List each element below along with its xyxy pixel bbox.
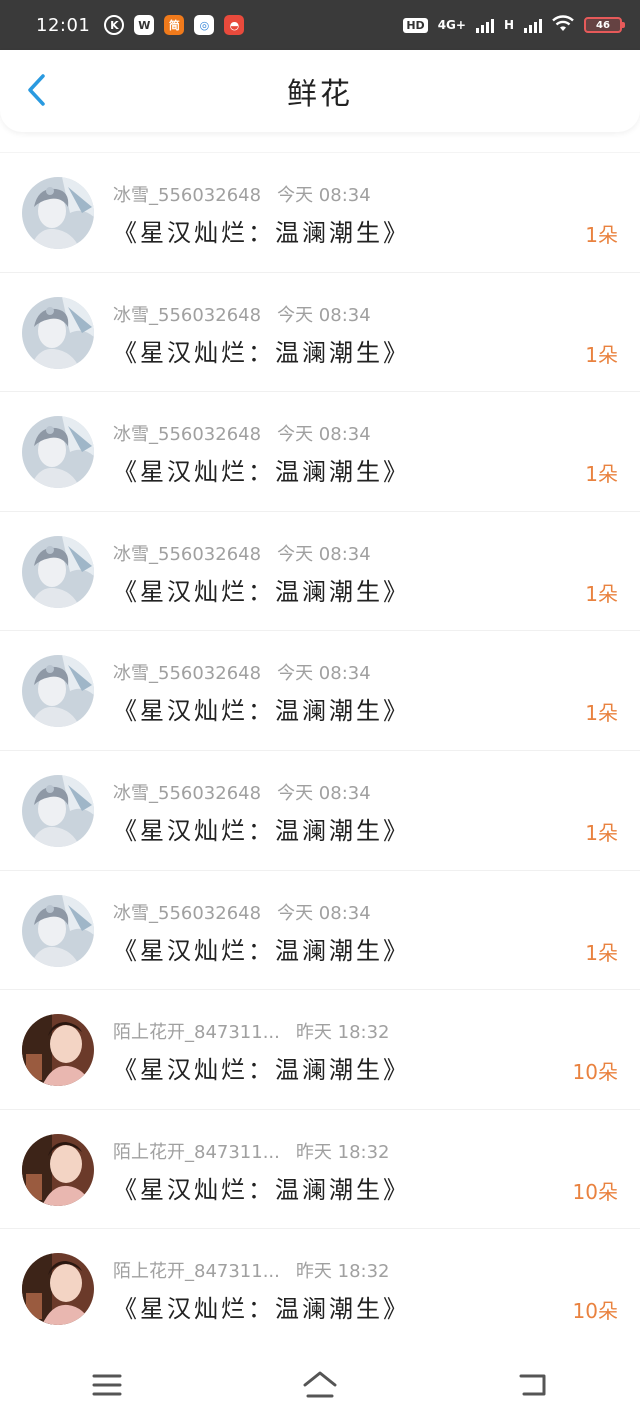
list-item[interactable]: 冰雪_556032648 今天 08:34 《星汉灿烂：温澜潮生》 1朵 <box>0 271 640 392</box>
book-title: 《星汉灿烂：温澜潮生》 <box>113 219 410 247</box>
system-nav-bar <box>0 1348 640 1422</box>
wechat-icon: W <box>134 15 155 35</box>
red-app-icon: ◓ <box>224 15 245 35</box>
user-name: 冰雪_556032648 <box>113 185 262 206</box>
avatar[interactable] <box>22 655 94 728</box>
timestamp: 今天 08:34 <box>277 782 371 804</box>
avatar[interactable] <box>22 1014 94 1087</box>
book-title: 《星汉灿烂：温澜潮生》 <box>113 458 410 487</box>
item-meta: 冰雪_556032648 今天 08:34 <box>113 779 371 805</box>
network-4g-label: 4G+ <box>437 18 466 32</box>
list-item[interactable]: 陌上花开_847311... 昨天 18:32 《星汉灿烂：温澜潮生》 10朵 <box>0 1108 640 1229</box>
avatar[interactable] <box>22 774 94 847</box>
book-title: 《星汉灿烂：温澜潮生》 <box>113 1295 410 1324</box>
item-meta: 冰雪_556032648 今天 08:34 <box>113 420 371 446</box>
item-meta: 冰雪_556032648 今天 08:34 <box>113 181 371 207</box>
timestamp: 今天 08:34 <box>277 543 371 565</box>
avatar[interactable] <box>22 296 94 369</box>
menu-icon <box>92 1374 122 1396</box>
back-icon <box>519 1374 546 1396</box>
avatar[interactable] <box>22 1133 94 1206</box>
status-bar: 12:01 K W 简 ◎ ◓ HD 4G+ H 46 <box>0 0 640 50</box>
flower-count: 10朵 <box>572 1179 618 1204</box>
status-time: 12:01 <box>36 14 91 36</box>
page-title: 鲜花 <box>287 77 353 112</box>
flower-count: 1朵 <box>585 462 618 487</box>
hd-icon: HD <box>403 17 428 33</box>
timestamp: 今天 08:34 <box>277 902 371 924</box>
book-title: 《星汉灿烂：温澜潮生》 <box>113 577 410 606</box>
page-header: 鲜花 <box>0 50 640 132</box>
timestamp: 今天 08:34 <box>277 663 371 685</box>
back-button[interactable] <box>18 72 54 108</box>
timestamp: 今天 08:34 <box>277 185 371 206</box>
flower-count: 1朵 <box>585 940 618 965</box>
avatar[interactable] <box>22 177 94 249</box>
avatar[interactable] <box>22 416 94 489</box>
user-name: 陌上花开_847311... <box>113 1261 280 1283</box>
user-name: 冰雪_556032648 <box>113 304 262 326</box>
book-title: 《星汉灿烂：温澜潮生》 <box>113 338 410 367</box>
list-item[interactable]: 冰雪_556032648 今天 08:34 《星汉灿烂：温澜潮生》 1朵 <box>0 869 640 990</box>
user-name: 冰雪_556032648 <box>113 902 262 924</box>
timestamp: 昨天 18:32 <box>295 1141 390 1163</box>
flower-list: 冰雪_556032648 今天 08:34 《星汉灿烂：温澜潮生》 1朵 冰雪_5560… <box>0 152 640 1348</box>
book-title: 《星汉灿烂：温澜潮生》 <box>113 816 410 845</box>
flower-count: 1朵 <box>585 581 618 606</box>
flower-count: 10朵 <box>572 1299 618 1324</box>
user-name: 冰雪_556032648 <box>113 663 262 685</box>
list-item[interactable]: 冰雪_556032648 今天 08:34 《星汉灿烂：温澜潮生》 1朵 <box>0 510 640 631</box>
flower-count: 1朵 <box>585 820 618 845</box>
book-title: 《星汉灿烂：温澜潮生》 <box>113 1056 410 1085</box>
flower-count: 1朵 <box>585 701 618 726</box>
orange-app-icon: 简 <box>164 15 185 35</box>
list-item[interactable]: 冰雪_556032648 今天 08:34 《星汉灿烂：温澜潮生》 1朵 <box>0 152 640 272</box>
book-title: 《星汉灿烂：温澜潮生》 <box>113 1175 410 1204</box>
avatar[interactable] <box>22 1253 94 1326</box>
network-h-label: H <box>503 18 514 32</box>
timestamp: 昨天 18:32 <box>295 1261 390 1283</box>
user-name: 陌上花开_847311... <box>113 1141 280 1163</box>
book-title: 《星汉灿烂：温澜潮生》 <box>113 697 410 726</box>
signal-icon <box>475 17 494 33</box>
list-item[interactable]: 冰雪_556032648 今天 08:34 《星汉灿烂：温澜潮生》 1朵 <box>0 749 640 870</box>
status-app-icons: K W 简 ◎ ◓ <box>104 15 245 35</box>
user-name: 陌上花开_847311... <box>113 1022 280 1044</box>
timestamp: 今天 08:34 <box>277 424 371 446</box>
home-icon <box>303 1371 337 1398</box>
chevron-left-icon <box>28 74 45 106</box>
item-meta: 冰雪_556032648 今天 08:34 <box>113 659 371 685</box>
battery-icon: 46 <box>584 17 625 33</box>
home-button[interactable] <box>290 1363 350 1407</box>
signal-icon <box>524 17 542 33</box>
status-indicators: HD 4G+ H 46 <box>403 14 625 36</box>
list-item[interactable]: 冰雪_556032648 今天 08:34 《星汉灿烂：温澜潮生》 1朵 <box>0 391 640 511</box>
avatar[interactable] <box>22 535 94 608</box>
system-back-button[interactable] <box>503 1363 563 1407</box>
timestamp: 昨天 18:32 <box>295 1022 390 1044</box>
flower-count: 1朵 <box>585 223 618 247</box>
k-app-icon: K <box>104 15 125 35</box>
item-meta: 陌上花开_847311... 昨天 18:32 <box>113 1257 390 1283</box>
flower-count: 10朵 <box>572 1060 618 1085</box>
item-meta: 陌上花开_847311... 昨天 18:32 <box>113 1138 390 1164</box>
wifi-icon <box>552 14 574 36</box>
list-item[interactable]: 陌上花开_847311... 昨天 18:32 《星汉灿烂：温澜潮生》 10朵 <box>0 1228 640 1348</box>
item-meta: 冰雪_556032648 今天 08:34 <box>113 540 371 566</box>
item-meta: 冰雪_556032648 今天 08:34 <box>113 301 371 327</box>
avatar[interactable] <box>22 894 94 967</box>
menu-button[interactable] <box>77 1363 137 1407</box>
item-meta: 陌上花开_847311... 昨天 18:32 <box>113 1018 390 1044</box>
blue-app-icon: ◎ <box>194 15 215 35</box>
user-name: 冰雪_556032648 <box>113 543 262 565</box>
list-item[interactable]: 冰雪_556032648 今天 08:34 《星汉灿烂：温澜潮生》 1朵 <box>0 630 640 750</box>
user-name: 冰雪_556032648 <box>113 424 262 446</box>
user-name: 冰雪_556032648 <box>113 782 262 804</box>
book-title: 《星汉灿烂：温澜潮生》 <box>113 936 410 965</box>
item-meta: 冰雪_556032648 今天 08:34 <box>113 899 371 925</box>
flower-count: 1朵 <box>585 342 618 367</box>
timestamp: 今天 08:34 <box>277 304 371 326</box>
list-item[interactable]: 陌上花开_847311... 昨天 18:32 《星汉灿烂：温澜潮生》 10朵 <box>0 989 640 1109</box>
